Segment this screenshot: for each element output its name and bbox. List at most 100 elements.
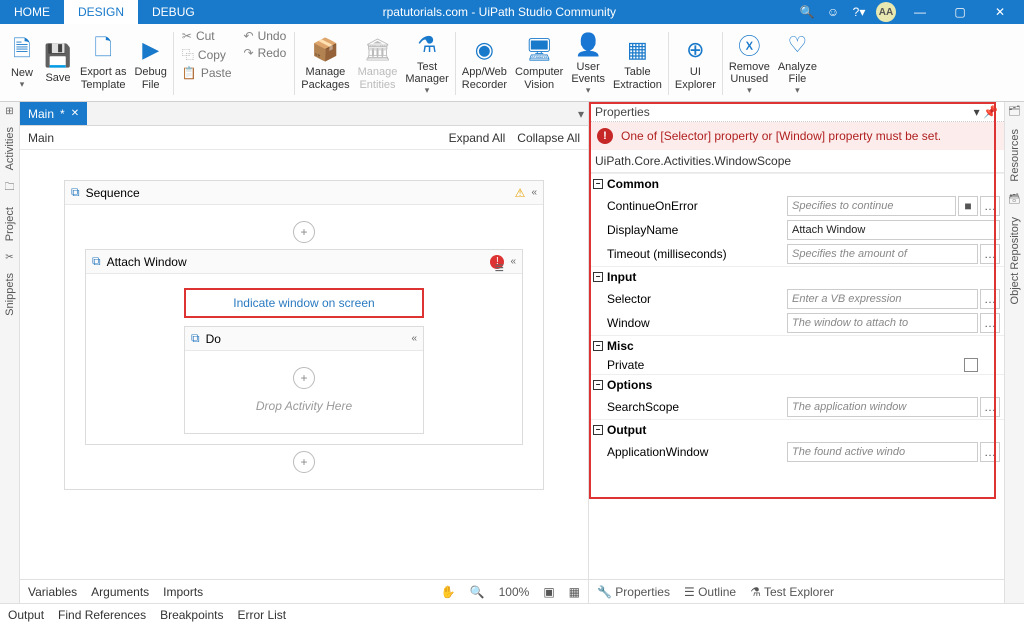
imports-tab[interactable]: Imports bbox=[163, 585, 203, 599]
prop-browse[interactable]: … bbox=[980, 442, 1000, 462]
tab-home[interactable]: HOME bbox=[0, 0, 64, 24]
rail-activities[interactable]: Activities bbox=[4, 123, 16, 174]
cut-button[interactable]: ✂Cut bbox=[178, 28, 236, 44]
rail-project[interactable]: Project bbox=[4, 203, 16, 245]
add-activity-button[interactable]: + bbox=[293, 221, 315, 243]
prop-browse[interactable]: … bbox=[980, 313, 1000, 333]
overview-icon[interactable]: ▦ bbox=[569, 585, 580, 599]
options-menu-icon[interactable]: ≡ bbox=[495, 260, 504, 278]
search-icon[interactable]: 🔍 bbox=[798, 3, 816, 21]
remove-unused-button[interactable]: ⓧRemove Unused▾ bbox=[725, 26, 774, 101]
computer-vision-button[interactable]: 🖥Computer Vision bbox=[511, 26, 567, 101]
avatar[interactable]: AA bbox=[876, 2, 896, 22]
target-icon: ⊕ bbox=[681, 36, 709, 64]
indicate-window-button[interactable]: Indicate window on screen bbox=[184, 288, 424, 318]
save-button[interactable]: 💾Save bbox=[40, 26, 76, 101]
panel-dropdown-icon[interactable]: ▾ bbox=[974, 105, 980, 119]
properties-tab[interactable]: 🔧 Properties bbox=[597, 585, 670, 599]
close-tab-icon[interactable]: ✕ bbox=[71, 108, 79, 119]
prop-timeout-input[interactable]: Specifies the amount of bbox=[787, 244, 978, 264]
prop-browse[interactable]: … bbox=[980, 196, 1000, 216]
table-extraction-button[interactable]: ▦Table Extraction bbox=[609, 26, 666, 101]
prop-search-scope-input[interactable]: The application window bbox=[787, 397, 978, 417]
undo-button[interactable]: ↶Undo bbox=[240, 28, 291, 44]
debug-file-button[interactable]: ▶Debug File bbox=[130, 26, 170, 101]
find-references-tab[interactable]: Find References bbox=[58, 608, 146, 622]
category-output[interactable]: −Output bbox=[589, 419, 1004, 440]
prop-window-input[interactable]: The window to attach to bbox=[787, 313, 978, 333]
prop-continue-on-error-input[interactable]: Specifies to continue bbox=[787, 196, 956, 216]
manage-packages-button[interactable]: 📦Manage Packages bbox=[297, 26, 353, 101]
fit-icon[interactable]: ▣ bbox=[543, 585, 554, 599]
do-title: Do bbox=[206, 332, 406, 346]
category-options[interactable]: −Options bbox=[589, 374, 1004, 395]
close-button[interactable]: ✕ bbox=[984, 5, 1016, 19]
paste-button[interactable]: 📋Paste bbox=[178, 65, 236, 81]
export-template-button[interactable]: 🗋Export as Template bbox=[76, 26, 130, 101]
attach-window-activity[interactable]: ⧉ Attach Window ! « ≡ Indicate window on… bbox=[85, 249, 523, 445]
design-canvas[interactable]: ⧉ Sequence ⚠ « + ⧉ Attach Window ! « bbox=[20, 150, 588, 579]
expand-all-button[interactable]: Expand All bbox=[449, 131, 506, 145]
prop-search-scope: SearchScope bbox=[607, 400, 787, 414]
prop-browse[interactable]: … bbox=[980, 397, 1000, 417]
category-misc[interactable]: −Misc bbox=[589, 335, 1004, 356]
copy-button[interactable]: ⿻Copy bbox=[178, 45, 236, 64]
pan-icon[interactable]: ✋ bbox=[441, 585, 456, 599]
user-events-button[interactable]: 👤User Events▾ bbox=[567, 26, 609, 101]
status-bar: Output Find References Breakpoints Error… bbox=[0, 603, 1024, 625]
test-manager-button[interactable]: ⚗Test Manager▾ bbox=[401, 26, 452, 101]
prop-browse[interactable]: … bbox=[980, 289, 1000, 309]
feedback-icon[interactable]: ☺ bbox=[824, 3, 842, 21]
rail-resources[interactable]: Resources bbox=[1009, 125, 1021, 186]
category-input[interactable]: −Input bbox=[589, 266, 1004, 287]
add-activity-button[interactable]: + bbox=[293, 367, 315, 389]
ribbon: 🗎New▾ 💾Save 🗋Export as Template ▶Debug F… bbox=[0, 24, 1024, 102]
collapse-icon[interactable]: « bbox=[531, 187, 537, 198]
new-button[interactable]: 🗎New▾ bbox=[4, 26, 40, 101]
minimize-button[interactable]: — bbox=[904, 5, 936, 19]
project-icon: 🗀 bbox=[5, 180, 15, 197]
drop-activity-placeholder[interactable]: Drop Activity Here bbox=[197, 395, 411, 423]
window-title: rpatutorials.com - UiPath Studio Communi… bbox=[209, 0, 790, 24]
do-activity[interactable]: ⧉ Do « + Drop Activity Here bbox=[184, 326, 424, 434]
new-file-icon: 🗎 bbox=[8, 37, 36, 65]
collapse-all-button[interactable]: Collapse All bbox=[517, 131, 580, 145]
prop-browse[interactable]: … bbox=[980, 244, 1000, 264]
prop-display-name-input[interactable]: Attach Window bbox=[787, 220, 1000, 240]
prop-checkbox[interactable]: ■ bbox=[958, 196, 978, 216]
left-rail: ⊞ Activities 🗀 Project ✂ Snippets bbox=[0, 102, 20, 603]
zoom-level[interactable]: 100% bbox=[499, 585, 530, 599]
breakpoints-tab[interactable]: Breakpoints bbox=[160, 608, 223, 622]
collapse-icon[interactable]: « bbox=[411, 333, 417, 344]
rail-snippets[interactable]: Snippets bbox=[4, 269, 16, 320]
variables-tab[interactable]: Variables bbox=[28, 585, 77, 599]
zoom-icon[interactable]: 🔍 bbox=[470, 585, 485, 599]
panel-pin-icon[interactable]: 📌 bbox=[983, 105, 998, 119]
test-explorer-tab[interactable]: ⚗ Test Explorer bbox=[750, 585, 834, 599]
collapse-icon[interactable]: « bbox=[510, 256, 516, 267]
tab-overflow-icon[interactable]: ▾ bbox=[578, 107, 584, 121]
tab-design[interactable]: DESIGN bbox=[64, 0, 138, 24]
ui-explorer-button[interactable]: ⊕UI Explorer bbox=[671, 26, 720, 101]
redo-button[interactable]: ↷Redo bbox=[240, 45, 291, 61]
activity-class: UiPath.Core.Activities.WindowScope bbox=[589, 150, 1004, 173]
category-common[interactable]: −Common bbox=[589, 173, 1004, 194]
arguments-tab[interactable]: Arguments bbox=[91, 585, 149, 599]
prop-application-window-input[interactable]: The found active windo bbox=[787, 442, 978, 462]
prop-private-checkbox[interactable] bbox=[964, 358, 978, 372]
rail-object-repository[interactable]: Object Repository bbox=[1009, 213, 1021, 308]
prop-selector-input[interactable]: Enter a VB expression bbox=[787, 289, 978, 309]
error-list-tab[interactable]: Error List bbox=[237, 608, 286, 622]
breadcrumb[interactable]: Main bbox=[28, 131, 54, 145]
help-icon[interactable]: ?▾ bbox=[850, 3, 868, 21]
sequence-activity[interactable]: ⧉ Sequence ⚠ « + ⧉ Attach Window ! « bbox=[64, 180, 544, 490]
document-tab[interactable]: Main*✕ bbox=[20, 102, 87, 125]
output-tab[interactable]: Output bbox=[8, 608, 44, 622]
properties-error: ! One of [Selector] property or [Window]… bbox=[589, 122, 1004, 150]
outline-tab[interactable]: ☰ Outline bbox=[684, 585, 736, 599]
add-activity-button[interactable]: + bbox=[293, 451, 315, 473]
tab-debug[interactable]: DEBUG bbox=[138, 0, 209, 24]
maximize-button[interactable]: ▢ bbox=[944, 5, 976, 19]
analyze-file-button[interactable]: ♡Analyze File▾ bbox=[774, 26, 821, 101]
app-web-recorder-button[interactable]: ◉App/Web Recorder bbox=[458, 26, 511, 101]
